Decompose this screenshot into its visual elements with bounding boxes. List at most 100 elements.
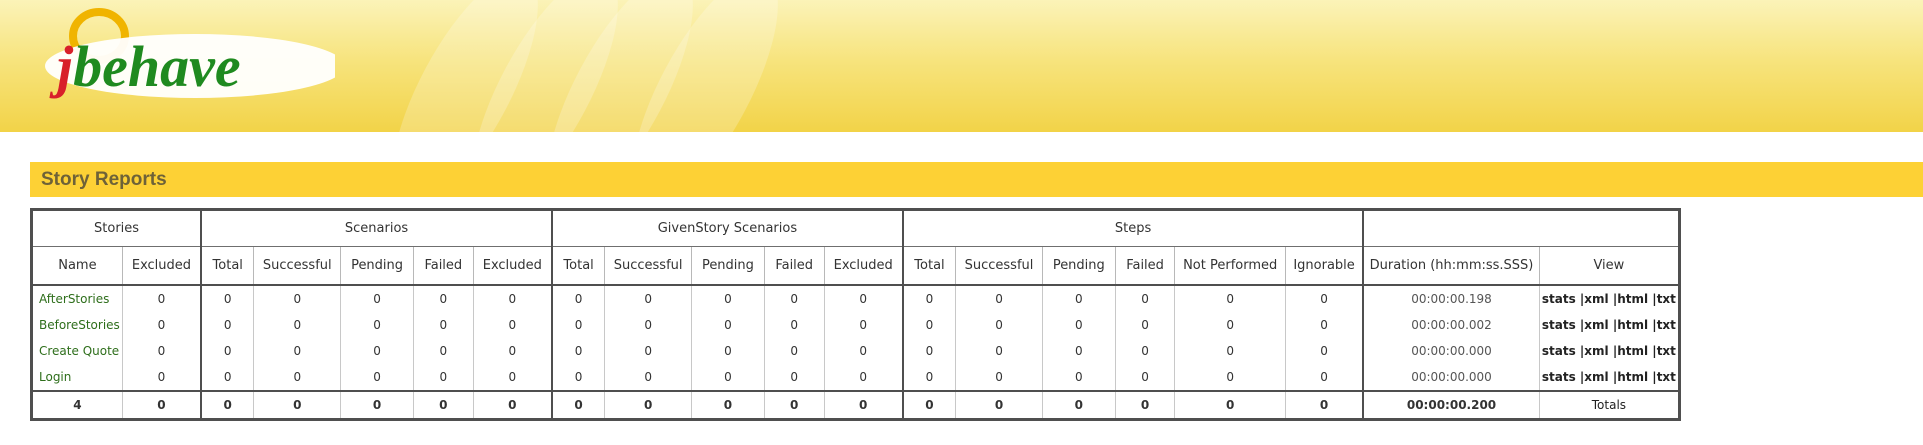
col-steps-successful: Successful [955,246,1043,286]
count-cell: 0 [763,364,825,391]
count-cell: 0 [253,364,342,391]
stats-link[interactable]: stats [1542,344,1576,358]
story-reports-table: Stories Scenarios GivenStory Scenarios S… [30,208,1681,421]
count-cell: 0 [253,312,342,338]
html-link[interactable]: html [1617,318,1648,332]
count-cell: 0 [340,338,414,364]
totals-label: Totals [1538,390,1681,420]
count-cell: 0 [1284,338,1364,364]
col-steps-ignorable: Ignorable [1284,246,1364,286]
stats-link[interactable]: stats [1542,292,1576,306]
count-cell: 0 [691,390,765,420]
count-cell: 0 [200,364,255,391]
count-cell: 0 [823,312,904,338]
col-scenarios-total: Total [200,246,255,286]
count-cell: 0 [691,338,765,364]
count-cell: 0 [550,285,606,312]
txt-link[interactable]: txt [1657,370,1676,384]
count-cell: 0 [200,338,255,364]
txt-link[interactable]: txt [1657,292,1676,306]
count-cell: 0 [1174,364,1286,391]
count-cell: 0 [763,338,825,364]
html-link[interactable]: html [1617,292,1648,306]
count-cell: 0 [412,364,474,391]
count-cell: 0 [604,390,693,420]
story-name-link[interactable]: Login [31,364,123,391]
col-scenarios-excluded: Excluded [472,246,553,286]
count-cell: 0 [340,285,414,312]
count-cell: 0 [200,390,255,420]
xml-link[interactable]: xml [1584,318,1608,332]
count-cell: 0 [340,390,414,420]
count-cell: 0 [1284,285,1364,312]
col-duration: Duration (hh:mm:ss.SSS) [1362,246,1540,286]
xml-link[interactable]: xml [1584,292,1608,306]
group-empty [1362,209,1681,247]
count-cell: 0 [604,285,693,312]
count-cell: 0 [472,338,553,364]
count-cell: 0 [1114,338,1176,364]
count-cell: 0 [1041,364,1116,391]
count-cell: 0 [901,390,957,420]
count-cell: 0 [550,364,606,391]
story-name-link[interactable]: BeforeStories [31,312,123,338]
count-cell: 0 [550,390,606,420]
count-cell: 0 [1114,312,1176,338]
story-name-link[interactable]: Create Quote [31,338,123,364]
count-cell: 0 [1114,364,1176,391]
col-scenarios-failed: Failed [412,246,474,286]
count-cell: 0 [901,285,957,312]
totals-row: 4 0 0 0 0 0 0 0 0 0 0 0 0 0 0 0 0 0 00:00:00.200 Totals [31,390,1681,420]
count-cell: 0 [955,390,1043,420]
count-cell: 0 [472,285,553,312]
count-cell: 0 [412,338,474,364]
col-given-failed: Failed [763,246,825,286]
count-cell: 0 [200,312,255,338]
view-links: stats |xml |html |txt [1538,285,1681,312]
page-title: Story Reports [30,162,1923,197]
txt-link[interactable]: txt [1657,318,1676,332]
header-banner: jbehave [0,0,1923,132]
col-given-pending: Pending [691,246,765,286]
count-cell: 0 [823,390,904,420]
count-cell: 0 [823,338,904,364]
col-excluded: Excluded [121,246,202,286]
col-name: Name [31,246,123,286]
count-cell: 0 [691,285,765,312]
count-cell: 0 [763,390,825,420]
txt-link[interactable]: txt [1657,344,1676,358]
col-steps-total: Total [901,246,957,286]
count-cell: 0 [472,364,553,391]
count-cell: 0 [1041,390,1116,420]
count-cell: 0 [691,312,765,338]
view-links: stats |xml |html |txt [1538,364,1681,391]
xml-link[interactable]: xml [1584,370,1608,384]
count-cell: 0 [823,364,904,391]
stats-link[interactable]: stats [1542,318,1576,332]
count-cell: 0 [604,338,693,364]
count-cell: 0 [472,312,553,338]
count-cell: 0 [604,312,693,338]
group-givenstory-scenarios: GivenStory Scenarios [550,209,904,247]
total-story-count: 4 [31,390,123,420]
count-cell: 0 [901,312,957,338]
count-cell: 0 [550,338,606,364]
jbehave-logo: jbehave [45,8,335,99]
count-cell: 0 [763,285,825,312]
col-steps-failed: Failed [1114,246,1176,286]
col-steps-pending: Pending [1041,246,1116,286]
count-cell: 0 [1174,390,1286,420]
count-cell: 0 [253,285,342,312]
count-cell: 0 [200,285,255,312]
html-link[interactable]: html [1617,344,1648,358]
html-link[interactable]: html [1617,370,1648,384]
duration-cell: 00:00:00.000 [1362,338,1540,364]
story-row: Login 0 0 0 0 0 0 0 0 0 0 0 0 0 0 0 0 0 00:00:00.000 stats … [31,364,1681,391]
col-view: View [1538,246,1681,286]
story-name-link[interactable]: AfterStories [31,285,123,312]
xml-link[interactable]: xml [1584,344,1608,358]
count-cell: 0 [955,312,1043,338]
stats-link[interactable]: stats [1542,370,1576,384]
count-cell: 0 [1114,390,1176,420]
group-steps: Steps [901,209,1365,247]
